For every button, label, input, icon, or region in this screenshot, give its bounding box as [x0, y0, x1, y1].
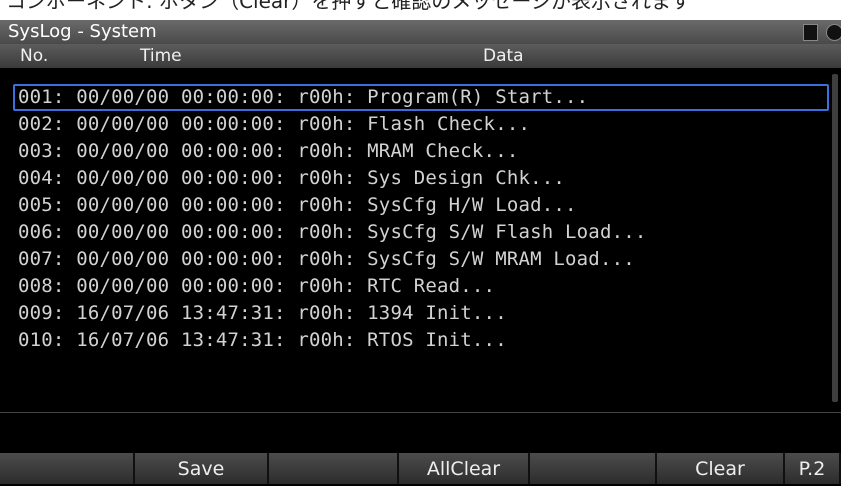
f3-button[interactable] — [269, 453, 399, 484]
log-row[interactable]: 001: 00/00/00 00:00:00: r00h: Program(R)… — [13, 84, 829, 111]
log-row[interactable]: 002: 00/00/00 00:00:00: r00h: Flash Chec… — [16, 111, 828, 138]
divider — [0, 412, 841, 413]
all-clear-button[interactable]: AllClear — [399, 453, 530, 484]
circle-indicator-icon — [826, 24, 841, 41]
page-2-button[interactable]: P.2 — [785, 453, 841, 484]
column-header: No. Time Data — [0, 44, 841, 68]
window-title: SysLog - System — [8, 21, 157, 42]
log-row[interactable]: 007: 00/00/00 00:00:00: r00h: SysCfg S/W… — [16, 246, 828, 273]
log-row[interactable]: 006: 00/00/00 00:00:00: r00h: SysCfg S/W… — [16, 219, 828, 246]
column-time: Time — [140, 46, 182, 66]
log-row[interactable]: 008: 00/00/00 00:00:00: r00h: RTC Read..… — [16, 273, 828, 300]
column-no: No. — [20, 46, 49, 66]
log-row[interactable]: 005: 00/00/00 00:00:00: r00h: SysCfg H/W… — [16, 192, 828, 219]
column-data: Data — [483, 46, 524, 66]
log-row[interactable]: 009: 16/07/06 13:47:31: r00h: 1394 Init.… — [16, 300, 828, 327]
function-key-bar: Save AllClear Clear P.2 — [0, 453, 841, 484]
square-indicator-icon — [803, 24, 818, 41]
log-row[interactable]: 003: 00/00/00 00:00:00: r00h: MRAM Check… — [16, 138, 828, 165]
f5-button[interactable] — [530, 453, 657, 484]
log-row[interactable]: 004: 00/00/00 00:00:00: r00h: Sys Design… — [16, 165, 828, 192]
save-button[interactable]: Save — [135, 453, 269, 484]
f1-button[interactable] — [0, 453, 135, 484]
page-caption: コンポーネント: ボタン（Clear）を押すと確認のメッセージが表示されます — [0, 0, 841, 20]
log-scrollbar[interactable] — [832, 74, 838, 402]
log-list[interactable]: 001: 00/00/00 00:00:00: r00h: Program(R)… — [0, 68, 841, 412]
clear-button[interactable]: Clear — [657, 453, 785, 484]
title-bar: SysLog - System — [0, 20, 841, 44]
log-row[interactable]: 010: 16/07/06 13:47:31: r00h: RTOS Init.… — [16, 327, 828, 354]
